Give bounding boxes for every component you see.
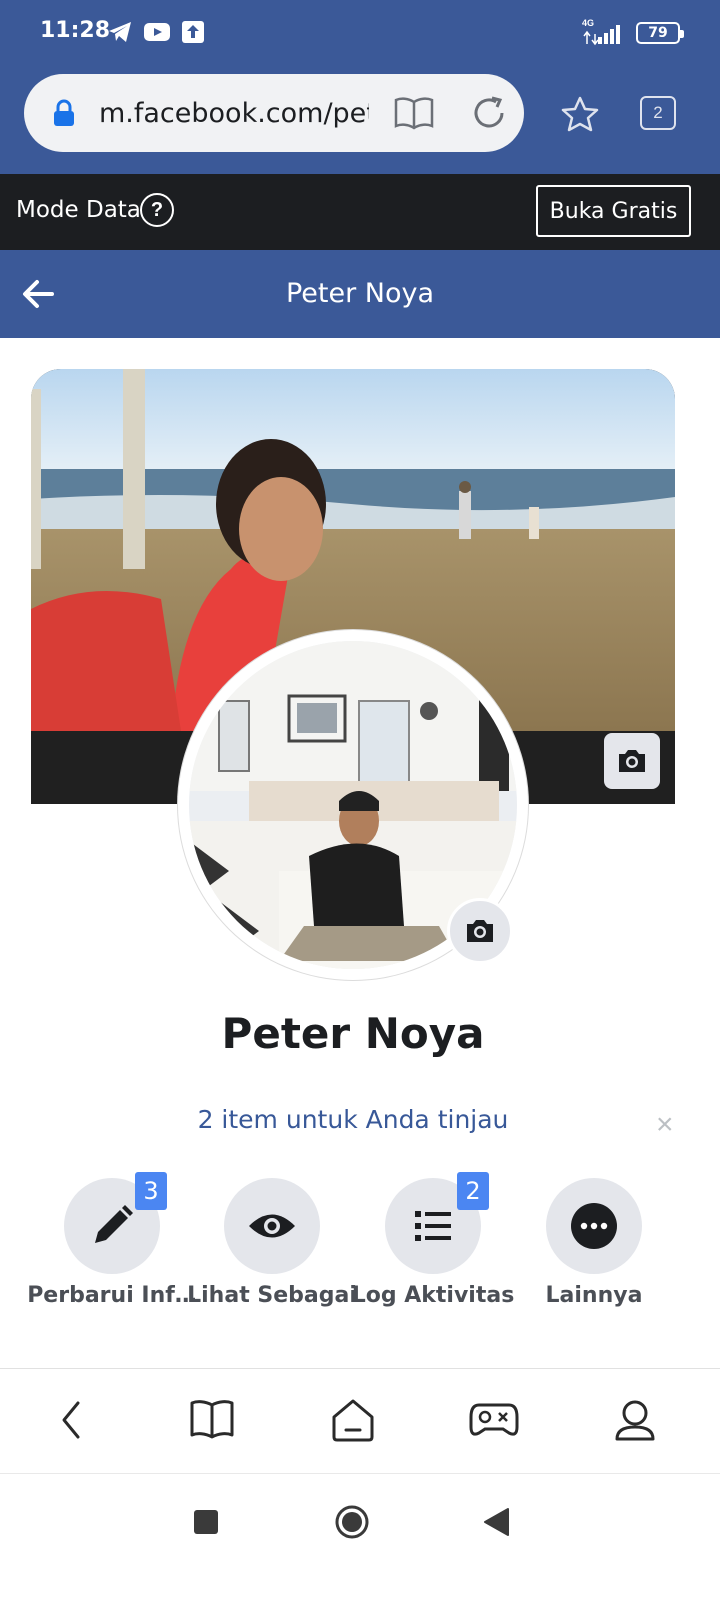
eye-icon [249,1214,295,1238]
recents-icon[interactable] [193,1509,219,1535]
notification-badge: 3 [135,1172,167,1210]
action-label: Perbarui Inf… [27,1283,197,1308]
profile-name: Peter Noya [221,1009,485,1058]
help-icon[interactable]: ? [140,193,174,227]
review-items-link[interactable]: 2 item untuk Anda tinjau [0,1105,706,1134]
more-circle[interactable] [546,1178,642,1274]
update-info-button[interactable]: 3 Perbarui Inf… [27,1172,197,1318]
camera-icon [619,750,645,772]
tab-switcher-button[interactable]: 2 [640,96,676,130]
battery-icon: 79 [636,22,684,44]
view-as-button[interactable]: Lihat Sebagai [187,1178,357,1318]
notification-icons [107,20,205,44]
action-label: Lihat Sebagai [187,1283,357,1308]
home-icon[interactable] [330,1397,376,1443]
notification-badge: 2 [457,1172,489,1210]
system-indicators: 4G 79 [582,18,684,46]
games-icon[interactable] [469,1397,519,1441]
list-icon [415,1211,451,1241]
data-mode-bar: Mode Data ? Buka Gratis [0,174,720,250]
pencil-icon [95,1205,133,1243]
home-nav-icon[interactable] [334,1504,370,1540]
edit-cover-button[interactable] [604,733,660,789]
reload-icon[interactable] [470,94,508,132]
back-nav-icon[interactable] [482,1507,510,1537]
browser-back-icon[interactable] [56,1397,86,1443]
view-as-circle[interactable] [224,1178,320,1274]
battery-level: 79 [648,25,668,41]
browser-bottom-nav [0,1368,720,1474]
bookmark-star-icon[interactable] [560,95,600,133]
page-title: Peter Noya [285,278,435,309]
more-button[interactable]: Lainnya [514,1178,674,1318]
reader-mode-icon[interactable] [394,96,434,130]
data-mode-label: Mode Data [16,197,141,223]
activity-log-button[interactable]: 2 Log Aktivitas [352,1172,514,1318]
action-label: Log Aktivitas [351,1283,515,1308]
browser-toolbar: m.facebook.com/pet [0,66,720,174]
free-mode-button[interactable]: Buka Gratis [536,185,691,237]
address-bar[interactable]: m.facebook.com/pet [24,74,524,152]
upload-icon [182,21,204,43]
system-nav-bar [0,1474,720,1600]
profile-icon[interactable] [614,1397,656,1443]
lock-icon [54,99,74,126]
youtube-icon [144,23,170,41]
edit-avatar-button[interactable] [447,898,513,964]
close-icon[interactable]: × [656,1108,674,1142]
signal-icon: 4G [582,18,622,46]
page-header: Peter Noya [0,250,720,338]
bookmarks-icon[interactable] [189,1397,235,1441]
telegram-icon [109,22,131,42]
camera-icon [467,920,493,942]
more-icon [571,1203,617,1249]
status-bar: 11:28 4G 79 [0,0,720,66]
url-text[interactable]: m.facebook.com/pet [99,98,369,129]
status-time: 11:28 [40,18,111,43]
action-label: Lainnya [545,1283,643,1308]
